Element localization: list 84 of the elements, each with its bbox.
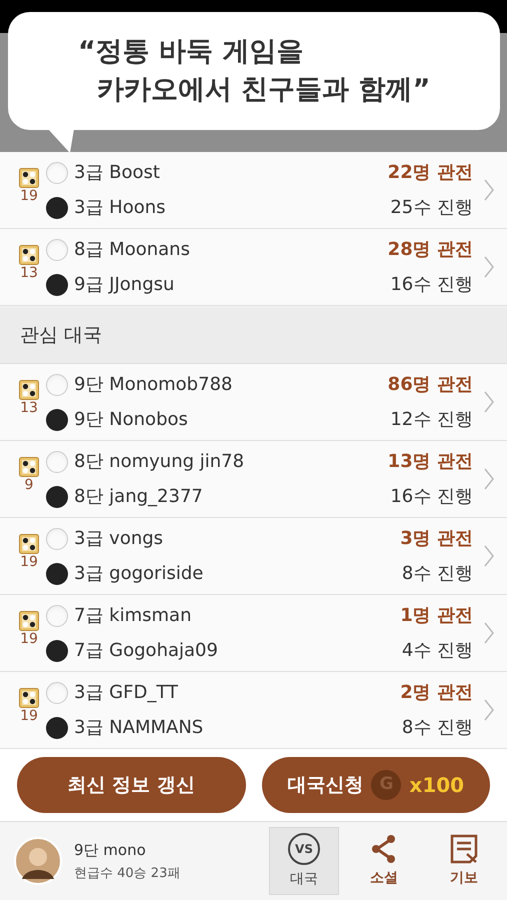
board-size: 9 bbox=[24, 477, 34, 493]
watcher-count: 3명 관전 bbox=[400, 527, 473, 551]
go-board-icon bbox=[19, 611, 39, 631]
chevron-right-icon bbox=[483, 467, 495, 491]
go-stone-icon bbox=[46, 196, 68, 218]
player-name: 3급 Boost bbox=[74, 161, 160, 185]
go-stone-icon bbox=[46, 238, 68, 260]
chevron-right-icon bbox=[483, 255, 495, 279]
chevron-right-icon bbox=[483, 544, 495, 568]
move-count: 12수 진행 bbox=[390, 408, 473, 432]
nav-tab[interactable]: VS 대국 bbox=[269, 827, 339, 895]
go-stone-icon bbox=[46, 682, 68, 704]
game-row[interactable]: 19 3급 Boost 3급 Hoons 22명 관전 25수 진행 bbox=[0, 152, 507, 229]
document-icon bbox=[450, 834, 478, 864]
watcher-count: 86명 관전 bbox=[388, 373, 473, 397]
nav-tab[interactable]: 소셜 bbox=[349, 827, 419, 895]
go-stone-icon bbox=[46, 374, 68, 396]
chevron-right-icon bbox=[483, 178, 495, 202]
game-row[interactable]: 19 3급 GFD_TT 3급 NAMMANS 2명 관전 8수 진행 bbox=[0, 672, 507, 749]
player-name: 8급 Moonans bbox=[74, 238, 190, 262]
game-row[interactable]: 13 9단 Monomob788 9단 Nonobos 86명 관전 12수 진행 bbox=[0, 364, 507, 441]
section-title: 관심 대국 bbox=[20, 323, 102, 348]
board-size: 19 bbox=[20, 554, 38, 570]
player-name: 8단 jang_2377 bbox=[74, 485, 203, 509]
profile-record: 현급수 40승 23패 bbox=[74, 864, 182, 882]
chevron-right-icon bbox=[483, 698, 495, 722]
go-stone-icon bbox=[46, 604, 68, 626]
share-icon bbox=[370, 834, 398, 864]
chevron-right-icon bbox=[483, 621, 495, 645]
game-row[interactable]: 9 8단 nomyung jin78 8단 jang_2377 13명 관전 16수 진행 bbox=[0, 441, 507, 518]
player-name: 7급 kimsman bbox=[74, 604, 192, 628]
player-name: 3급 vongs bbox=[74, 527, 164, 551]
refresh-button[interactable]: 최신 정보 갱신 bbox=[17, 757, 246, 813]
move-count: 8수 진행 bbox=[402, 562, 473, 586]
move-count: 4수 진행 bbox=[402, 639, 473, 663]
watcher-count: 22명 관전 bbox=[388, 161, 473, 185]
board-size: 19 bbox=[20, 631, 38, 647]
board-size: 13 bbox=[20, 265, 38, 281]
nav-tab[interactable]: 기보 bbox=[429, 827, 499, 895]
watcher-count: 2명 관전 bbox=[400, 681, 473, 705]
go-stone-icon bbox=[46, 408, 68, 430]
game-row[interactable]: 19 7급 kimsman 7급 Gogohaja09 1명 관전 4수 진행 bbox=[0, 595, 507, 672]
watcher-count: 1명 관전 bbox=[400, 604, 473, 628]
go-stone-icon bbox=[46, 716, 68, 738]
go-board-icon bbox=[19, 245, 39, 265]
go-board-icon bbox=[19, 534, 39, 554]
go-board-icon bbox=[19, 168, 39, 188]
go-board-icon bbox=[19, 457, 39, 477]
move-count: 16수 진행 bbox=[390, 485, 473, 509]
player-name: 3급 GFD_TT bbox=[74, 681, 178, 705]
button-label: 대국신청 bbox=[287, 772, 364, 798]
chevron-right-icon bbox=[483, 390, 495, 414]
move-count: 8수 진행 bbox=[402, 716, 473, 740]
watcher-count: 13명 관전 bbox=[388, 450, 473, 474]
go-stone-icon bbox=[46, 528, 68, 550]
player-name: 3급 NAMMANS bbox=[74, 716, 204, 740]
avatar bbox=[14, 837, 62, 885]
bubble-text: “정통 바둑 게임을 카카오에서 친구들과 함께” bbox=[78, 35, 430, 107]
board-size: 13 bbox=[20, 400, 38, 416]
go-stone-icon bbox=[46, 162, 68, 184]
player-name: 8단 nomyung jin78 bbox=[74, 450, 244, 474]
go-board-icon bbox=[19, 380, 39, 400]
go-stone-icon bbox=[46, 486, 68, 508]
go-stone-icon bbox=[46, 274, 68, 296]
player-name: 9단 Monomob788 bbox=[74, 373, 232, 397]
game-row[interactable]: 19 3급 vongs 3급 gogoriside 3명 관전 8수 진행 bbox=[0, 518, 507, 595]
versus-icon: VS bbox=[288, 832, 320, 864]
board-size: 19 bbox=[20, 188, 38, 204]
move-count: 16수 진행 bbox=[390, 273, 473, 297]
watcher-count: 28명 관전 bbox=[388, 238, 473, 262]
game-row[interactable]: 13 8급 Moonans 9급 JJongsu 28명 관전 16수 진행 bbox=[0, 229, 507, 306]
board-size: 19 bbox=[20, 708, 38, 724]
go-stone-icon bbox=[46, 562, 68, 584]
go-stone-icon bbox=[46, 640, 68, 662]
go-stone-icon bbox=[46, 450, 68, 472]
player-name: 9급 JJongsu bbox=[74, 273, 174, 297]
player-name: 7급 Gogohaja09 bbox=[74, 639, 218, 663]
player-name: 3급 Hoons bbox=[74, 196, 166, 220]
player-name: 9단 Nonobos bbox=[74, 408, 188, 432]
go-board-icon bbox=[19, 688, 39, 708]
move-count: 25수 진행 bbox=[390, 196, 473, 220]
coin-cost: x100 bbox=[409, 772, 464, 799]
profile-name: 9단 mono bbox=[74, 840, 147, 861]
player-name: 3급 gogoriside bbox=[74, 562, 204, 586]
